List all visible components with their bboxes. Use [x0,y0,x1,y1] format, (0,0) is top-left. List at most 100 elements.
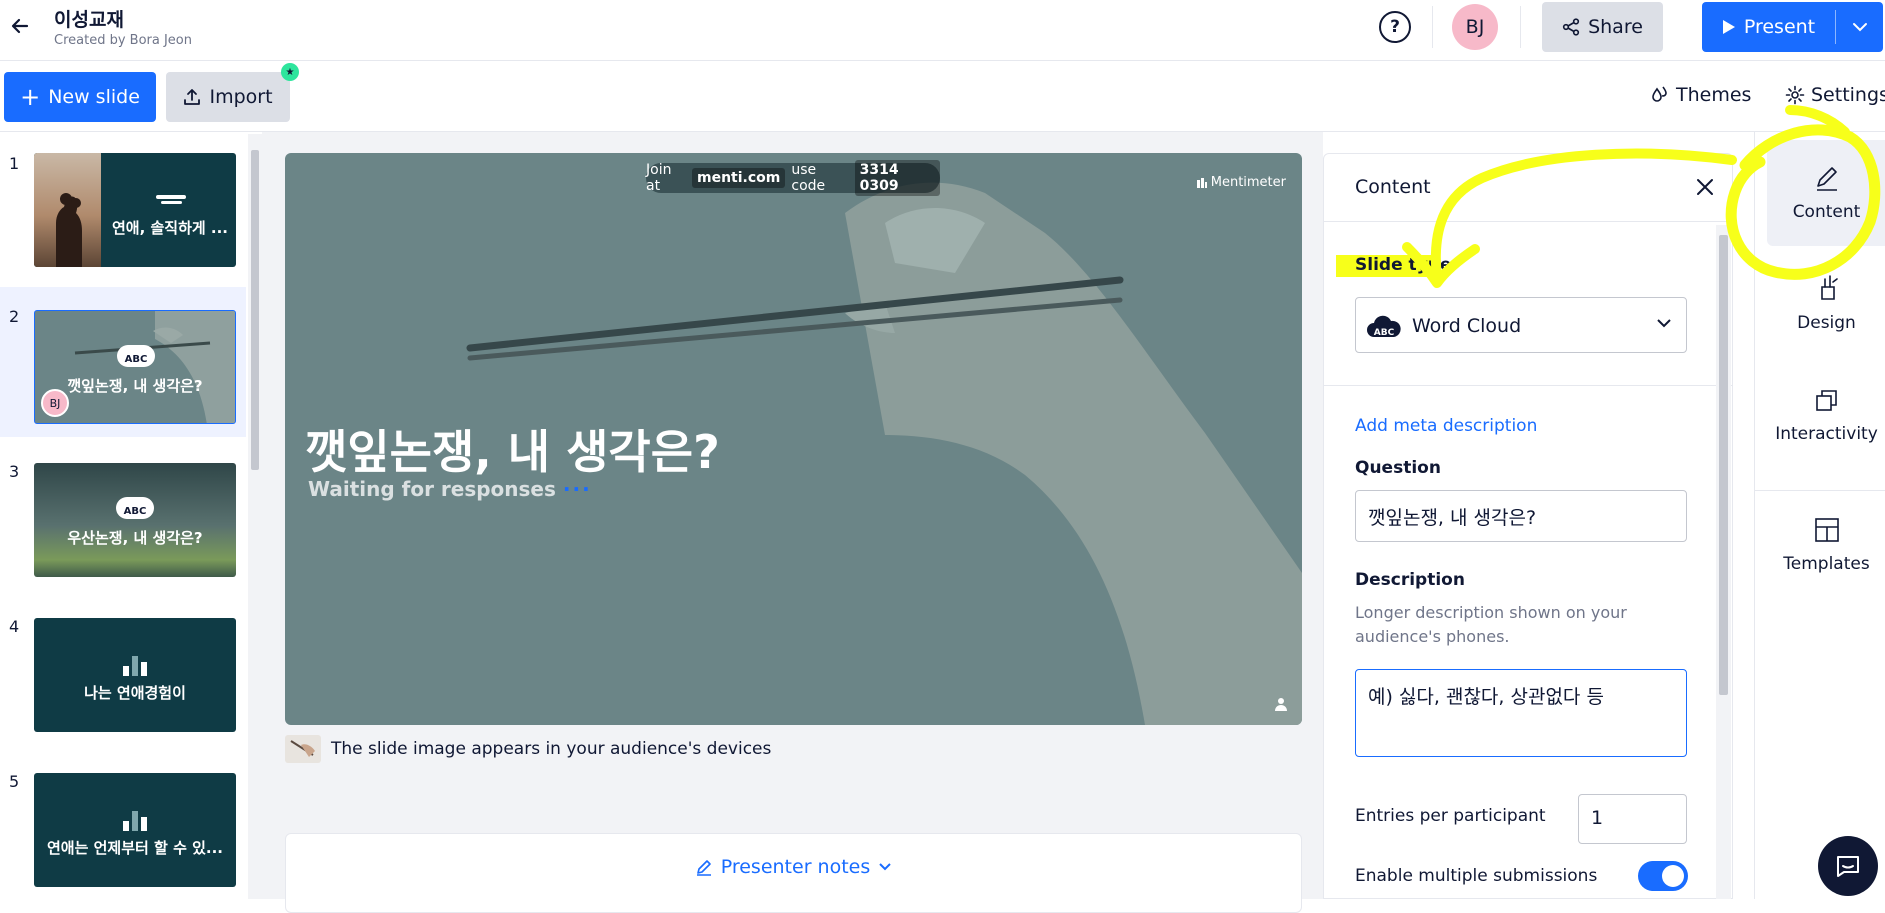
slide-number: 4 [9,617,20,636]
gear-icon [1785,85,1805,105]
toggle-knob [1662,865,1684,887]
plus-icon: + [20,83,41,111]
chevron-down-icon [879,863,891,871]
back-arrow-icon[interactable] [6,12,34,40]
multiple-submissions-label: Enable multiple submissions [1355,866,1598,886]
help-icon[interactable]: ? [1379,11,1411,43]
droplets-icon [1652,86,1667,102]
layers-icon [1815,390,1837,411]
content-panel-scrollbar[interactable] [1716,225,1731,899]
right-rail: Content Design Interactivity Templates [1754,132,1885,899]
mentimeter-logo: Mentimeter [1196,175,1286,190]
chevron-down-icon [1657,319,1671,328]
join-code: 3314 0309 [854,160,940,196]
grid-icon [1814,518,1839,542]
settings-button[interactable]: Settings [1785,84,1885,106]
slide-preview[interactable]: Join at menti.com use code 3314 0309 Men… [285,153,1302,725]
slide-thumbnail-title: 연애는 언제부터 할 수 있... [47,839,223,857]
multiple-submissions-toggle[interactable] [1638,861,1688,891]
waiting-text: Waiting for responses [308,477,556,501]
content-panel-header: Content [1324,154,1732,222]
presentation-author: Created by Bora Jeon [54,33,192,48]
entries-label: Entries per participant [1355,806,1546,826]
scrollbar-thumb[interactable] [251,150,259,470]
couple-photo [34,153,101,267]
themes-label: Themes [1676,84,1752,106]
share-button[interactable]: Share [1542,2,1663,52]
question-label: Question [1355,458,1441,478]
description-helper: Longer description shown on your audienc… [1355,603,1627,646]
slide-image-thumbnail[interactable] [285,735,321,763]
chat-icon[interactable] [1818,836,1878,896]
bar-chart-icon [123,656,147,676]
slide-list-item[interactable]: 1 연애, 솔직하게 ... [0,132,246,282]
word-cloud-icon: ABC [1367,315,1401,338]
slide-thumbnail-title: 나는 연애경험이 [84,684,186,702]
slide-question: 깻잎논쟁, 내 생각은? [305,425,720,479]
loading-dots-icon: ··· [562,477,592,501]
present-button[interactable]: Present [1702,2,1883,52]
top-bar: 이성교재 Created by Bora Jeon ? BJ Share Pre… [0,0,1885,61]
rail-interactivity-label: Interactivity [1775,424,1878,444]
participants-icon [1275,698,1287,711]
presenter-notes-label: Presenter notes [720,856,871,878]
upload-icon [184,89,201,105]
join-mid: use code [791,162,826,194]
word-cloud-icon: ABC [117,345,155,367]
slide-type-select[interactable]: ABC Word Cloud [1355,297,1687,353]
import-label: Import [209,86,273,108]
bar-chart-icon [123,811,147,831]
pencil-icon [1816,167,1837,191]
slide-list-item[interactable]: 5 연애는 언제부터 할 수 있... [0,752,246,899]
present-options-button[interactable] [1836,2,1883,52]
header-divider [1432,6,1433,48]
slide-number: 3 [9,462,20,481]
presenter-notes-button[interactable]: Presenter notes [286,856,1301,878]
present-main[interactable]: Present [1702,2,1835,52]
rail-design-button[interactable]: Design [1767,250,1885,356]
slide-thumbnail[interactable]: ABC 깻잎논쟁, 내 생각은? BJ [34,310,236,424]
slide-list-item[interactable]: 3 ABC 우산논쟁, 내 생각은? [0,442,246,592]
entries-input[interactable]: 1 [1578,794,1687,844]
close-icon[interactable] [1692,174,1718,200]
slide-thumbnail[interactable]: ABC 우산논쟁, 내 생각은? [34,463,236,577]
add-meta-description-link[interactable]: Add meta description [1355,416,1537,436]
brand-label: Mentimeter [1210,175,1286,190]
image-caption: The slide image appears in your audience… [285,735,771,763]
slide-list-scrollbar[interactable] [248,134,262,899]
caption-text: The slide image appears in your audience… [331,739,772,759]
slide-thumbnail[interactable]: 나는 연애경험이 [34,618,236,732]
description-label: Description [1355,570,1465,590]
rail-design-label: Design [1797,313,1856,333]
import-button[interactable]: Import [166,72,290,122]
slide-thumbnail-title: 연애, 솔직하게 ... [111,219,229,237]
join-prefix: Join at [646,162,672,194]
rail-templates-button[interactable]: Templates [1767,490,1885,600]
slide-number: 2 [9,307,20,326]
slide-list: 1 연애, 솔직하게 ... 2 ABC 깻잎논쟁, 내 생각은? BJ 3 A… [0,132,248,899]
slide-thumbnail[interactable]: 연애는 언제부터 할 수 있... [34,773,236,887]
slide-type-label: Slide type [1355,255,1452,275]
slide-thumbnail[interactable]: 연애, 솔직하게 ... [34,153,236,267]
presenter-notes-panel: Presenter notes [285,833,1302,913]
description-textarea[interactable]: 예) 싫다, 괜찮다, 상관없다 등 [1355,669,1687,757]
panel-divider [1324,385,1732,386]
rail-templates-label: Templates [1783,554,1870,574]
word-cloud-icon: ABC [116,497,154,519]
themes-button[interactable]: Themes [1650,84,1751,106]
new-slide-button[interactable]: + New slide [4,72,156,122]
scrollbar-thumb[interactable] [1719,235,1728,695]
user-avatar[interactable]: BJ [1452,4,1498,50]
question-input[interactable]: 깻잎논쟁, 내 생각은? [1355,490,1687,542]
rail-content-button[interactable]: Content [1767,140,1885,246]
new-slide-label: New slide [48,86,140,108]
waiting-status: Waiting for responses ··· [308,477,592,501]
rail-interactivity-button[interactable]: Interactivity [1767,362,1885,468]
share-icon [1562,18,1580,36]
slide-list-item[interactable]: 4 나는 연애경험이 [0,597,246,747]
slide-list-item-selected[interactable]: 2 ABC 깻잎논쟁, 내 생각은? BJ [0,287,246,437]
slide-thumbnail-title: 우산논쟁, 내 생각은? [67,529,203,547]
rail-content-label: Content [1792,202,1861,222]
presentation-title[interactable]: 이성교재 [54,5,124,32]
play-icon [1722,20,1735,34]
